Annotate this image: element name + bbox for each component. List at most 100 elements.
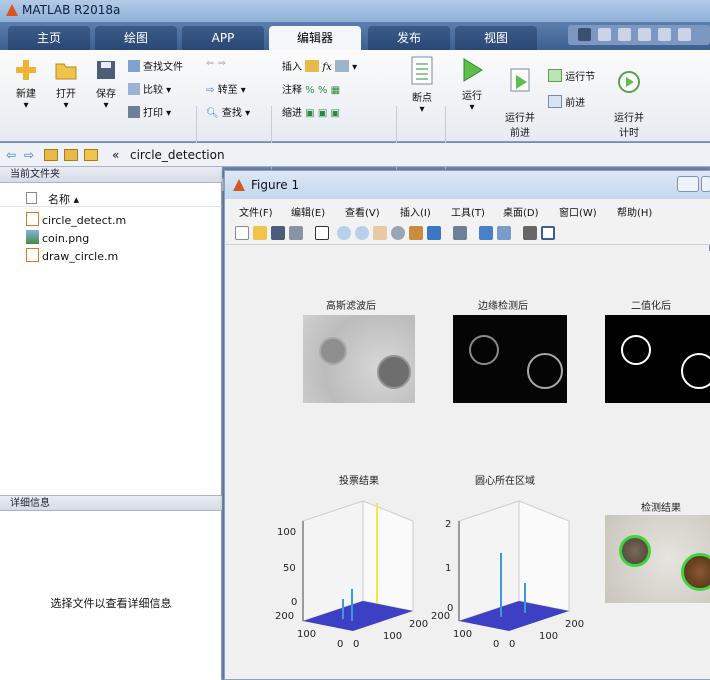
print-figure-icon[interactable] <box>289 226 303 240</box>
compare-button[interactable]: 比较 ▾ <box>128 81 171 96</box>
up-folder-icon[interactable] <box>44 149 58 161</box>
plot-title-votes: 投票结果 <box>339 476 379 487</box>
legend-icon[interactable] <box>497 226 511 240</box>
select-all-checkbox[interactable] <box>26 192 37 204</box>
run-play-icon <box>463 58 483 82</box>
maximize-button[interactable] <box>701 176 710 192</box>
menu-insert[interactable]: 插入(I) <box>400 204 431 219</box>
copy-icon[interactable] <box>618 28 631 41</box>
tab-home[interactable]: 主页 <box>8 26 90 50</box>
file-item[interactable]: coin.png <box>26 230 89 248</box>
x-tick: 200 <box>275 611 294 622</box>
matlab-logo-icon <box>6 4 18 16</box>
save-icon[interactable] <box>578 28 591 41</box>
y-tick: 100 <box>539 631 558 642</box>
increase-indent-icon: ▣ <box>317 108 328 119</box>
undo-icon[interactable] <box>658 28 671 41</box>
figure-window: Figure 1 文件(F) 编辑(E) 查看(V) 插入(I) 工具(T) 桌… <box>224 170 710 680</box>
pan-icon[interactable] <box>373 226 387 240</box>
folder-icon <box>84 149 98 161</box>
goto-button[interactable]: ⇨ 转至 ▾ <box>206 81 246 96</box>
x-tick: 100 <box>453 629 472 640</box>
smart-indent-icon: ▣ <box>305 108 315 119</box>
advance-button[interactable]: 前进 <box>548 94 585 109</box>
data-cursor-icon[interactable] <box>409 226 423 240</box>
binary-circle <box>681 353 710 389</box>
minimize-button[interactable] <box>677 176 699 192</box>
zoom-out-icon[interactable] <box>355 226 369 240</box>
run-button[interactable]: 运行 ▾ <box>452 56 492 113</box>
fx-button[interactable]: fx <box>322 62 331 73</box>
advance-icon <box>548 95 562 108</box>
name-column-header[interactable]: 名称 ▴ <box>48 191 79 207</box>
floppy-icon <box>97 61 115 79</box>
run-advance-icon <box>510 68 530 92</box>
run-timer-icon <box>618 71 640 93</box>
indent-button[interactable]: 缩进 ▣ ▣ ▣ <box>282 104 340 119</box>
run-time-label: 运行并 计时 <box>614 113 644 139</box>
tab-editor[interactable]: 编辑器 <box>269 26 361 50</box>
run-label: 运行 <box>462 91 482 102</box>
center-region-3d-plot: 2 1 0 200 100 0 0 100 200 <box>431 500 584 650</box>
find-files-button[interactable]: 查找文件 <box>128 58 183 73</box>
breakpoints-button[interactable]: 断点 ▾ <box>402 56 442 115</box>
open-file-icon[interactable] <box>253 226 267 240</box>
magnifier-icon: 🔍︎ <box>206 108 219 119</box>
back-icon[interactable]: ⇦ <box>6 148 16 162</box>
menu-edit[interactable]: 编辑(E) <box>291 204 325 219</box>
menu-help[interactable]: 帮助(H) <box>617 204 652 219</box>
menu-file[interactable]: 文件(F) <box>239 204 273 219</box>
run-section-icon <box>548 69 562 82</box>
insert-button[interactable]: 插入 fx ▾ <box>282 58 357 73</box>
brush-icon[interactable] <box>427 226 441 240</box>
z-tick: 2 <box>445 519 451 530</box>
print-button[interactable]: 打印 ▾ <box>128 104 171 119</box>
hide-tools-icon[interactable] <box>523 226 537 240</box>
z-tick: 50 <box>283 563 296 574</box>
axis-side-wall <box>362 500 414 612</box>
file-item[interactable]: draw_circle.m <box>26 248 118 266</box>
plot-title-detection: 检测结果 <box>641 503 681 514</box>
cut-icon[interactable] <box>598 28 611 41</box>
open-button[interactable]: 打开 ▾ <box>48 58 84 111</box>
comment-label: 注释 <box>282 85 302 96</box>
redo-icon[interactable] <box>678 28 691 41</box>
plot-title-binary: 二值化后 <box>631 301 671 312</box>
run-advance-button[interactable]: 运行并 前进 <box>498 56 542 139</box>
forward-icon[interactable]: ⇨ <box>24 148 34 162</box>
nav-back-forward[interactable]: ⇐ ⇒ <box>206 58 226 69</box>
find-button[interactable]: 🔍︎ 查找 ▾ <box>206 104 250 119</box>
path-chevron[interactable]: « <box>112 148 119 162</box>
rotate-icon[interactable] <box>391 226 405 240</box>
menu-tools[interactable]: 工具(T) <box>451 204 485 219</box>
path-segment[interactable]: circle_detection <box>130 148 225 162</box>
table-icon[interactable] <box>334 60 349 72</box>
pointer-icon[interactable] <box>315 226 329 240</box>
browse-folder-icon[interactable] <box>64 149 78 161</box>
decrease-indent-icon: ▣ <box>330 108 340 119</box>
colorbar-icon[interactable] <box>479 226 493 240</box>
zoom-in-icon[interactable] <box>337 226 351 240</box>
run-section-button[interactable]: 运行节 <box>548 68 595 83</box>
new-button[interactable]: 新建 ▾ <box>8 58 44 111</box>
menu-desktop[interactable]: 桌面(D) <box>503 204 539 219</box>
new-figure-icon[interactable] <box>235 226 249 240</box>
tab-view[interactable]: 视图 <box>455 26 537 50</box>
menu-view[interactable]: 查看(V) <box>345 204 380 219</box>
file-item[interactable]: circle_detect.m <box>26 212 126 230</box>
save-figure-icon[interactable] <box>271 226 285 240</box>
tab-apps[interactable]: APP <box>182 26 264 50</box>
tab-plots[interactable]: 绘图 <box>95 26 177 50</box>
figure-canvas: 高斯滤波后 边缘检测后 二值化后 投票结果 100 50 0 200 100 0… <box>233 251 710 679</box>
link-plot-icon[interactable] <box>453 226 467 240</box>
comment-button[interactable]: 注释 % % ▦ <box>282 81 340 96</box>
goto-label: 转至 <box>217 85 238 96</box>
file-name: circle_detect.m <box>42 214 127 227</box>
dock-icon[interactable] <box>541 226 555 240</box>
plot-title-edges: 边缘检测后 <box>478 301 528 312</box>
menu-window[interactable]: 窗口(W) <box>559 204 597 219</box>
save-button[interactable]: 保存 ▾ <box>88 58 124 111</box>
tab-publish[interactable]: 发布 <box>368 26 450 50</box>
run-time-button[interactable]: 运行并 计时 <box>608 56 650 139</box>
paste-icon[interactable] <box>638 28 651 41</box>
